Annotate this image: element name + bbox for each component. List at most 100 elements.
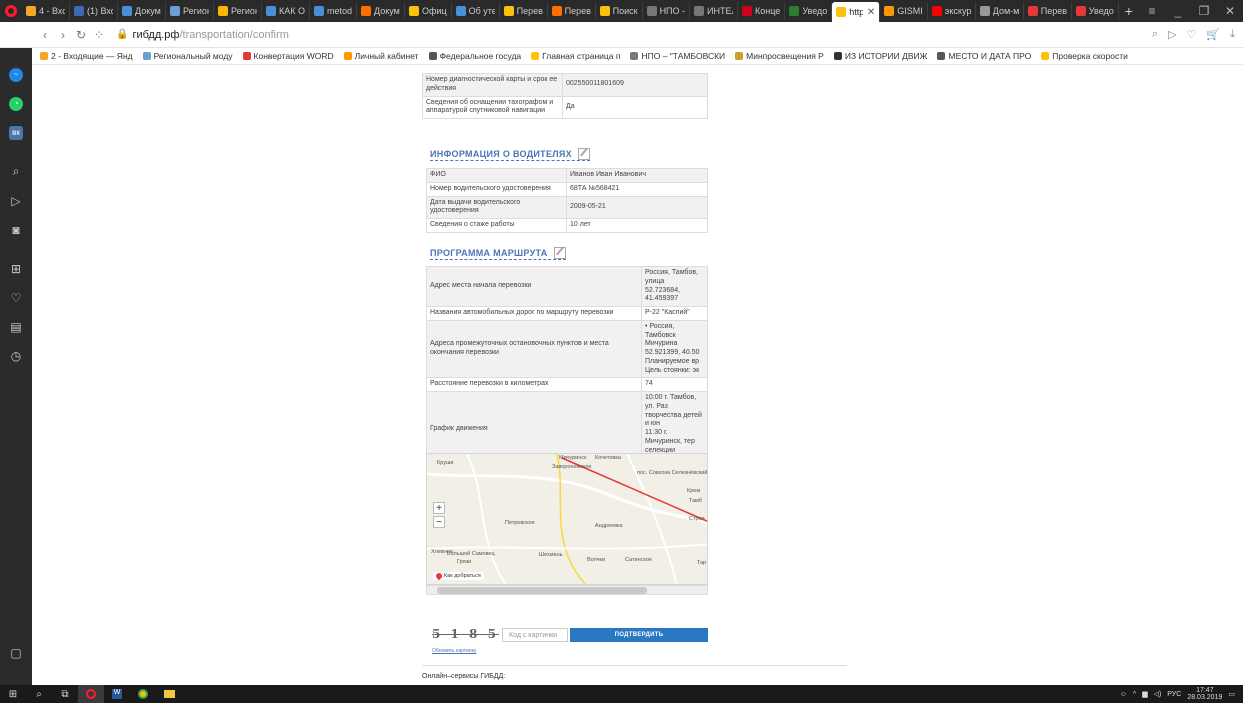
- row-label: Номер диагностической карты и срок ее де…: [422, 73, 563, 97]
- tab-favicon-icon: [218, 6, 228, 16]
- browser-tab[interactable]: Уведо: [785, 2, 833, 20]
- how-to-get-link[interactable]: Как добраться: [433, 571, 484, 581]
- back-icon[interactable]: ‹: [36, 28, 54, 42]
- browser-tab[interactable]: metod: [310, 2, 358, 20]
- browser-tab[interactable]: ИНТЕЛ: [690, 2, 739, 20]
- search-icon[interactable]: ⌕: [1152, 28, 1158, 41]
- browser-tab[interactable]: НПО -: [643, 2, 691, 20]
- url-field[interactable]: гибдд.рф/transportation/confirm: [132, 29, 288, 41]
- search-icon[interactable]: ⌕: [0, 157, 32, 186]
- speed-dial-icon[interactable]: ⁘: [90, 28, 108, 42]
- tab-favicon-icon: [1075, 6, 1086, 16]
- browser-tab[interactable]: Уведо: [1072, 2, 1119, 20]
- bookmark-item[interactable]: Личный кабинет: [343, 51, 419, 61]
- bookmark-item[interactable]: Проверка скорости: [1041, 51, 1128, 61]
- browser-tab[interactable]: GISMI: [880, 2, 928, 20]
- scrollbar-thumb[interactable]: [437, 587, 647, 594]
- people-icon[interactable]: ☺: [1120, 691, 1127, 698]
- zoom-in-button[interactable]: +: [433, 502, 445, 514]
- chrome-taskbar-icon[interactable]: [130, 685, 156, 703]
- bookmark-item[interactable]: 2 - Входящие — Янд: [40, 51, 133, 61]
- bookmark-item[interactable]: МЕСТО И ДАТА ПРО: [937, 51, 1031, 61]
- speed-dial-icon[interactable]: ⊞: [0, 254, 32, 283]
- minimize-button[interactable]: _: [1165, 4, 1191, 18]
- network-icon[interactable]: ▆: [1142, 690, 1147, 698]
- browser-tab[interactable]: КАК ОБ: [262, 2, 310, 20]
- browser-tab[interactable]: Перев: [500, 2, 548, 20]
- browser-tab[interactable]: Перев: [1024, 2, 1072, 20]
- tab-favicon-icon: [931, 6, 942, 16]
- browser-tab[interactable]: Поиск: [596, 2, 643, 20]
- browser-tab[interactable]: Регион: [214, 2, 262, 20]
- browser-tab[interactable]: Офиц: [405, 2, 452, 20]
- browser-tab[interactable]: (1) Вход: [70, 2, 118, 20]
- news-icon[interactable]: ▤: [0, 312, 32, 341]
- download-icon[interactable]: ⤓: [1230, 28, 1235, 41]
- clock[interactable]: 17:47 28.03.2019: [1187, 687, 1222, 701]
- edit-icon[interactable]: [577, 148, 590, 160]
- vk-icon[interactable]: вк: [0, 118, 32, 147]
- heart-icon[interactable]: ♡: [1187, 28, 1197, 41]
- bookmark-item[interactable]: Региональный моду: [142, 51, 233, 61]
- bookmark-item[interactable]: Федеральное госуда: [428, 51, 521, 61]
- new-tab-button[interactable]: +: [1119, 3, 1139, 19]
- task-view-icon[interactable]: ⧉: [52, 685, 78, 703]
- browser-tab[interactable]: http ✕: [832, 2, 881, 22]
- zoom-out-button[interactable]: −: [433, 516, 445, 528]
- tab-menu-icon[interactable]: ≡: [1139, 4, 1165, 18]
- whatsapp-icon[interactable]: ◔: [0, 89, 32, 118]
- bookmark-item[interactable]: НПО – "ТАМБОВСКИ: [630, 51, 725, 61]
- route-section-title[interactable]: ПРОГРАММА МАРШРУТА: [430, 247, 566, 260]
- opera-taskbar-icon[interactable]: [78, 685, 104, 703]
- confirm-button[interactable]: ПОДТВЕРДИТЬ: [570, 628, 708, 642]
- lock-icon[interactable]: 🔒: [116, 29, 128, 40]
- opera-logo-icon[interactable]: [0, 0, 22, 22]
- browser-tab[interactable]: Докуме: [357, 2, 406, 20]
- cart-icon[interactable]: 🛒: [1206, 28, 1220, 41]
- browser-tab[interactable]: Об уте: [452, 2, 500, 20]
- online-services-label: Онлайн–сервисы ГИБДД:: [422, 673, 506, 680]
- refresh-captcha-link[interactable]: Обновить картинку: [432, 648, 476, 654]
- table-row: Номер водительского удостоверения 68ТА №5…: [426, 181, 708, 197]
- search-icon[interactable]: ⌕: [26, 685, 52, 703]
- close-tab-icon[interactable]: ✕: [867, 7, 875, 18]
- bookmark-item[interactable]: Конвертация WORD: [242, 51, 334, 61]
- horizontal-scrollbar[interactable]: [426, 585, 708, 595]
- tray-expand-icon[interactable]: ^: [1133, 691, 1136, 698]
- captcha-input[interactable]: Код с картинки: [502, 628, 568, 642]
- sidebar-toggle-icon[interactable]: ▢: [0, 638, 32, 667]
- send-icon[interactable]: ▷: [1168, 28, 1176, 41]
- browser-tab[interactable]: Перев: [548, 2, 596, 20]
- windows-start-icon[interactable]: ⊞: [0, 685, 26, 703]
- tab-label: http: [849, 7, 863, 17]
- maximize-button[interactable]: ❐: [1191, 4, 1217, 18]
- volume-icon[interactable]: ◁): [1154, 690, 1162, 698]
- file-explorer-icon[interactable]: [156, 685, 182, 703]
- language-indicator[interactable]: РУС: [1167, 691, 1181, 698]
- camera-icon[interactable]: ◙: [0, 215, 32, 244]
- edit-icon[interactable]: [553, 247, 566, 259]
- notifications-icon[interactable]: ▭: [1228, 690, 1235, 698]
- browser-tab[interactable]: экскур: [928, 2, 976, 20]
- row-value: Россия, Тамбов, улица 52.723684, 41.4593…: [641, 266, 708, 307]
- reload-icon[interactable]: ↻: [72, 28, 90, 42]
- browser-tab[interactable]: Докуме: [118, 2, 166, 20]
- history-icon[interactable]: ◷: [0, 341, 32, 370]
- forward-icon[interactable]: ›: [54, 28, 72, 42]
- route-map[interactable]: Мичуринск Кочетовка Заворонежское пос. Совх…: [426, 453, 708, 585]
- browser-tab[interactable]: Дом-м: [976, 2, 1024, 20]
- drivers-section-title[interactable]: ИНФОРМАЦИЯ О ВОДИТЕЛЯХ: [430, 148, 590, 161]
- bookmark-item[interactable]: Минпросвещения Р: [735, 51, 824, 61]
- bookmark-item[interactable]: ИЗ ИСТОРИИ ДВИЖ: [833, 51, 927, 61]
- messenger-icon[interactable]: ~: [0, 60, 32, 89]
- heart-icon[interactable]: ♡: [0, 283, 32, 312]
- browser-tab[interactable]: Конце: [738, 2, 786, 20]
- tab-label: (1) Вход: [87, 6, 113, 16]
- close-window-button[interactable]: ✕: [1217, 4, 1243, 18]
- bookmark-favicon-icon: [142, 52, 151, 60]
- send-icon[interactable]: ▷: [0, 186, 32, 215]
- word-taskbar-icon[interactable]: W: [104, 685, 130, 703]
- bookmark-item[interactable]: Главная страница п: [531, 51, 620, 61]
- browser-tab[interactable]: 4 - Вход: [22, 2, 70, 20]
- browser-tab[interactable]: Регион: [166, 2, 214, 20]
